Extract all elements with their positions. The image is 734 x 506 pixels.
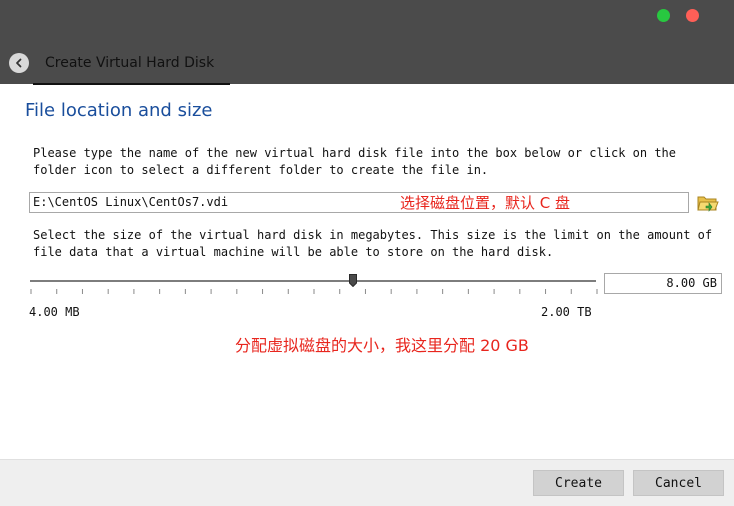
size-slider-thumb[interactable] [348,274,357,287]
size-description: Select the size of the virtual hard disk… [33,228,713,259]
section-heading: File location and size [25,100,213,121]
create-button[interactable]: Create [533,470,624,496]
size-slider-ticks [30,289,598,294]
page-title: Create Virtual Hard Disk [45,55,215,71]
choose-folder-button[interactable] [697,193,719,213]
size-slider-track[interactable] [30,280,596,282]
size-min-label: 4.00 MB [29,305,80,319]
cancel-button[interactable]: Cancel [633,470,724,496]
location-description: Please type the name of the new virtual … [33,146,676,177]
size-max-label: 2.00 TB [541,305,592,319]
file-path-input[interactable]: E:\CentOS Linux\CentOs7.vdi [29,192,689,213]
chevron-left-icon [16,58,22,68]
folder-open-icon [697,196,719,212]
back-button[interactable] [9,53,29,73]
size-value-input[interactable]: 8.00 GB [604,273,722,294]
location-annotation: 选择磁盘位置，默认 C 盘 [400,194,571,212]
close-window-button[interactable] [686,9,699,22]
minimize-window-button[interactable] [657,9,670,22]
title-underline [33,83,230,85]
size-annotation: 分配虚拟磁盘的大小，我这里分配 20 GB [235,336,529,355]
